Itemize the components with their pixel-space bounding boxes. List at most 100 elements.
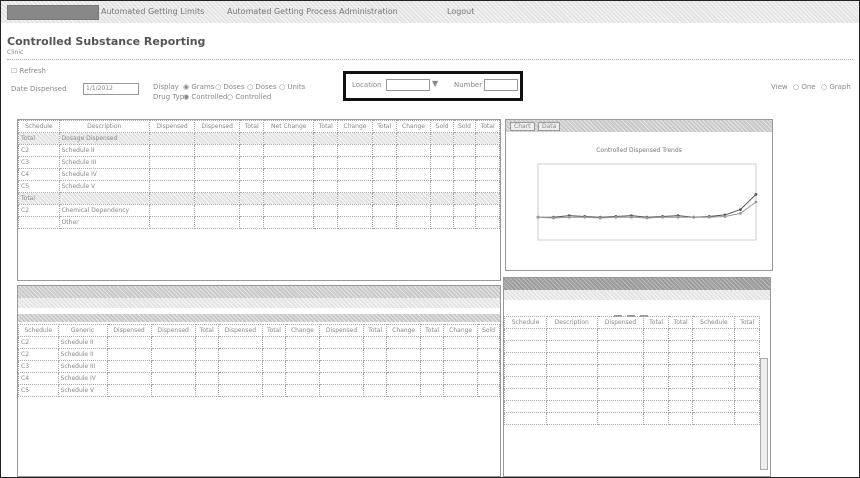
data-point [739,212,742,215]
column-header[interactable]: Schedule [18,120,60,133]
table-cell [239,156,265,169]
table-cell [692,364,736,377]
column-header[interactable]: Total [420,324,445,337]
display-option[interactable]: ○ Doses [215,83,245,91]
chart-tab[interactable]: Chart [510,122,535,131]
data-tab[interactable]: Data [538,122,561,131]
table-cell [239,144,265,157]
table-row[interactable] [503,376,760,389]
table-cell [313,156,339,169]
column-header[interactable]: Total [371,120,397,133]
column-header[interactable]: Schedule [18,324,59,337]
data-point [723,215,727,218]
column-header[interactable]: Dispensed [194,120,241,133]
table-row[interactable]: Total Dosage Dispensed [18,132,500,145]
table-cell [363,348,388,361]
refresh-checkbox[interactable]: ☐ Refresh [11,67,46,75]
column-header[interactable]: Change [395,120,432,133]
column-header[interactable]: Sold [477,324,500,337]
chart-panel: Chart Data Controlled Dispensed Trends [505,119,773,271]
data-point [754,200,758,204]
table-cell [148,216,196,229]
table-cell [386,348,422,361]
column-header[interactable]: Generic [57,324,108,337]
table-cell: Schedule III [57,360,108,373]
column-header[interactable]: Net Change [263,120,315,133]
column-header[interactable]: Dispensed [148,120,196,133]
data-point [645,216,649,220]
table-row[interactable]: C4 Schedule IV [18,168,500,181]
table-row[interactable]: C2 Chemical Dependency [18,204,500,217]
nav-logout-link[interactable]: Logout [447,5,474,18]
data-point [614,215,618,219]
table-cell [420,348,445,361]
table-row[interactable]: C2 Schedule II [18,348,500,361]
table-row[interactable] [503,328,760,341]
location-dropdown-icon[interactable]: ▼ [432,79,438,88]
table-row[interactable]: C5 Schedule V [18,180,500,193]
table-row[interactable]: Other [18,216,500,229]
column-header[interactable]: Total [475,120,500,133]
table-row[interactable]: C3 Schedule III [18,156,500,169]
column-header[interactable]: Description [546,316,598,329]
display-option[interactable]: ○ Units [279,83,305,91]
column-header[interactable]: Schedule [692,316,736,329]
display-option[interactable]: ○ Doses [247,83,277,91]
table-row[interactable]: Total [18,192,500,205]
drug-type-option[interactable]: ◉ Controlled [183,93,227,101]
column-header[interactable]: Dispensed [150,324,196,337]
column-header[interactable]: Dispensed [106,324,152,337]
column-header[interactable]: Sold [452,120,477,133]
table-cell [194,168,241,181]
column-header[interactable]: Sold [430,120,454,133]
table-cell [313,216,339,229]
column-header[interactable]: Dispensed [596,316,645,329]
table-cell [734,364,760,377]
table-row[interactable]: C5 Schedule V [18,384,500,397]
column-header[interactable]: Total [194,324,219,337]
table-cell [395,192,432,205]
table-cell: C5 [18,384,59,397]
column-header[interactable]: Change [285,324,320,337]
table-row[interactable] [503,352,760,365]
table-cell [148,204,196,217]
table-row[interactable]: C2 Schedule II [18,336,500,349]
column-header[interactable]: Total [239,120,265,133]
column-header[interactable]: Total [261,324,287,337]
table-row[interactable]: C3 Schedule III [18,360,500,373]
table-row[interactable] [503,364,760,377]
table-cell [643,412,669,425]
column-header[interactable]: Description [58,120,150,133]
table-row[interactable]: C2 Schedule II [18,144,500,157]
column-header[interactable]: Schedule [503,316,548,329]
scrollbar[interactable] [760,358,768,470]
location-input[interactable] [386,79,430,91]
column-header[interactable]: Total [667,316,694,329]
column-header[interactable]: Dispensed [217,324,263,337]
display-label: Display [153,83,179,91]
table-row[interactable] [503,340,760,353]
column-header[interactable]: Dispensed [318,324,365,337]
column-header[interactable]: Total [734,316,760,329]
number-input[interactable] [484,79,518,91]
table-row[interactable]: C4 Schedule IV [18,372,500,385]
drug-type-option[interactable]: ○ Controlled [227,93,271,101]
table-row[interactable] [503,400,760,413]
column-header[interactable]: Total [643,316,669,329]
table-row[interactable] [503,388,760,401]
nav-link[interactable]: Automated Getting Process Administration [227,5,398,18]
schedule-table: Schedule Description Dispensed Total Total Sc… [503,316,760,425]
column-header[interactable]: Change [386,324,422,337]
view-option[interactable]: ○ One [793,83,816,91]
table-row[interactable] [503,412,760,425]
date-input[interactable]: 1/1/2012 [83,83,139,95]
display-option[interactable]: ◉ Grams [183,83,214,91]
column-header[interactable]: Total [313,120,339,133]
column-header[interactable]: Change [443,324,479,337]
view-option[interactable]: ○ Graph [821,83,851,91]
series-line [538,194,757,218]
column-header[interactable]: Change [337,120,373,133]
table-cell [475,144,500,157]
nav-link[interactable]: Automated Getting Limits [101,5,204,18]
column-header[interactable]: Total [363,324,388,337]
